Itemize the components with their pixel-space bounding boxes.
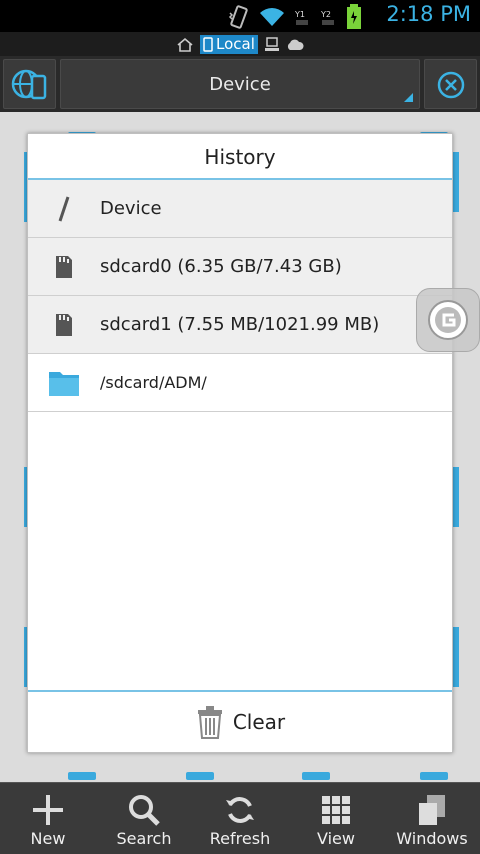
- computer-icon[interactable]: [264, 37, 280, 52]
- svg-text:Y2: Y2: [320, 10, 331, 19]
- search-label: Search: [116, 829, 172, 848]
- history-item-device[interactable]: Device: [28, 180, 452, 238]
- history-item-label: sdcard0 (6.35 GB/7.43 GB): [100, 256, 342, 277]
- bg-folder-tab: [420, 772, 448, 780]
- trash-icon: [197, 706, 222, 739]
- network-button[interactable]: [3, 59, 56, 109]
- history-item-label: sdcard1 (7.55 MB/1021.99 MB): [100, 314, 380, 335]
- root-slash-icon: [58, 196, 70, 221]
- status-time: 2:18 PM: [386, 2, 471, 26]
- refresh-button[interactable]: Refresh: [192, 783, 288, 854]
- status-bar: Y1 Y2 2:18 PM: [0, 0, 480, 32]
- dialog-title: History: [28, 134, 452, 180]
- vibrate-icon: [228, 5, 248, 29]
- bg-folder-tab: [68, 772, 96, 780]
- plus-icon: [33, 795, 63, 825]
- history-item-sdcard-adm[interactable]: /sdcard/ADM/: [28, 354, 452, 412]
- windows-icon: [419, 795, 445, 825]
- refresh-label: Refresh: [209, 829, 271, 848]
- svg-text:Y1: Y1: [294, 10, 305, 19]
- dropdown-corner-icon: [404, 93, 413, 102]
- history-item-label: Device: [100, 198, 162, 219]
- path-bar: Local: [0, 32, 480, 56]
- bg-folder-edge: [453, 627, 459, 687]
- top-toolbar: Device: [0, 56, 480, 112]
- phone-icon: [203, 37, 213, 52]
- history-list: Device sdcard0 (6.35 GB/7.43 GB) sdcard1…: [28, 180, 452, 412]
- cloud-icon[interactable]: [286, 38, 304, 52]
- bg-folder-edge: [453, 152, 459, 212]
- windows-button[interactable]: Windows: [384, 783, 480, 854]
- status-icons: Y1 Y2: [228, 4, 362, 30]
- clear-label: Clear: [232, 710, 286, 734]
- windows-label: Windows: [396, 829, 468, 848]
- location-dropdown[interactable]: Device: [60, 59, 420, 109]
- view-label: View: [317, 829, 355, 848]
- bg-folder-tab: [186, 772, 214, 780]
- view-button[interactable]: View: [288, 783, 384, 854]
- sdcard-icon: [56, 313, 72, 336]
- grid-icon: [322, 796, 350, 824]
- floating-g-icon: [428, 300, 468, 340]
- bg-folder-tab: [302, 772, 330, 780]
- history-item-label: /sdcard/ADM/: [100, 373, 207, 392]
- floating-action-button[interactable]: [416, 288, 480, 352]
- new-button[interactable]: New: [0, 783, 96, 854]
- globe-device-icon: [11, 69, 47, 100]
- home-icon[interactable]: [176, 37, 194, 53]
- signal-2-icon: Y2: [320, 10, 334, 25]
- path-local-tab[interactable]: Local: [200, 35, 258, 54]
- search-button[interactable]: Search: [96, 783, 192, 854]
- new-label: New: [30, 829, 66, 848]
- bottom-toolbar: New Search Refresh View Windows: [0, 782, 480, 854]
- bg-folder-edge: [453, 467, 459, 527]
- refresh-icon: [226, 797, 254, 823]
- history-item-sdcard1[interactable]: sdcard1 (7.55 MB/1021.99 MB): [28, 296, 452, 354]
- close-circle-icon: [437, 71, 465, 99]
- battery-icon: [347, 4, 361, 29]
- close-window-button[interactable]: [424, 59, 477, 109]
- clear-button[interactable]: Clear: [28, 690, 452, 752]
- signal-1-icon: Y1: [294, 10, 308, 25]
- history-dialog: History Device sdcard0 (6.35 GB/7.43 GB): [27, 133, 453, 753]
- history-item-sdcard0[interactable]: sdcard0 (6.35 GB/7.43 GB): [28, 238, 452, 296]
- search-icon: [129, 795, 160, 826]
- path-local-label: Local: [216, 35, 255, 53]
- wifi-icon: [260, 8, 284, 26]
- folder-icon: [49, 371, 79, 396]
- toolbar-title: Device: [209, 74, 271, 95]
- sdcard-icon: [56, 255, 72, 278]
